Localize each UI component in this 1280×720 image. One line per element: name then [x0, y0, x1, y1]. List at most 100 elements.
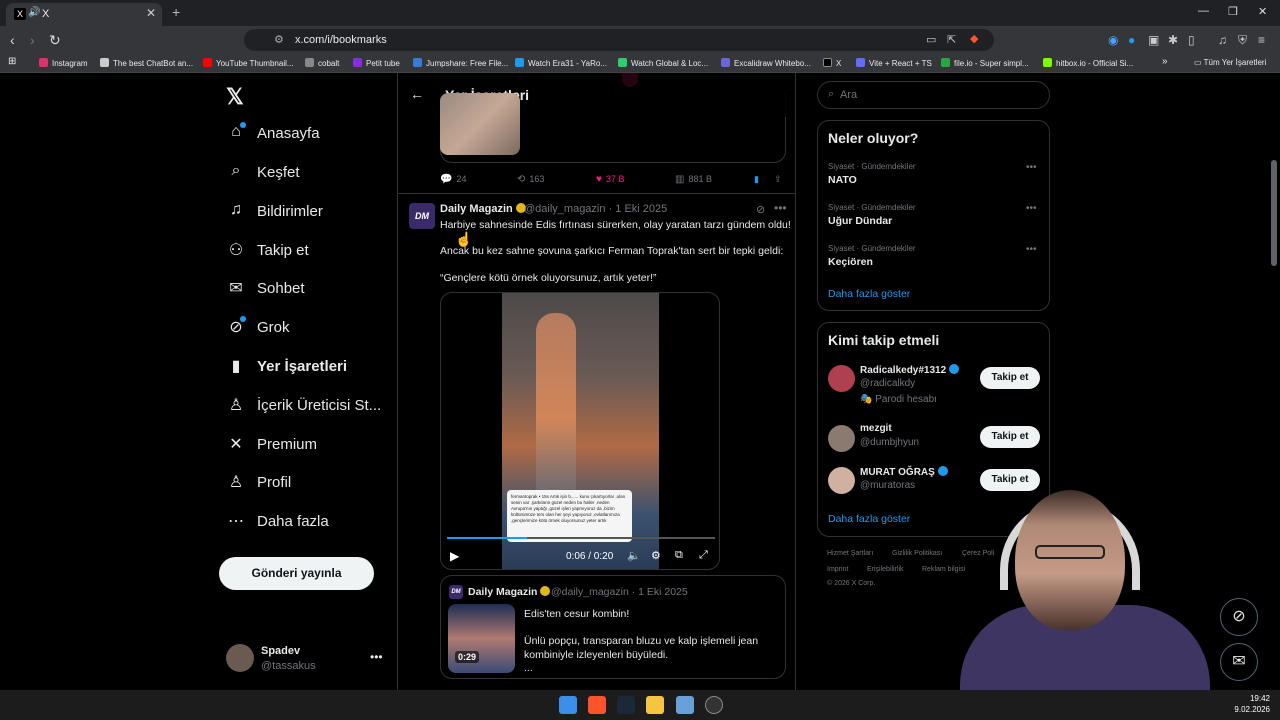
show-more-link[interactable]: Daha fazla göster [828, 288, 910, 300]
footer-link[interactable]: Hizmet Şartları [827, 550, 873, 557]
play-icon[interactable]: ▶ [450, 549, 459, 563]
url-field[interactable]: ⚙ x.com/i/bookmarks ▭ ⇱ ◆ [244, 29, 994, 51]
extension-icon[interactable]: ▣ [1148, 33, 1159, 47]
more-icon[interactable]: ••• [1026, 244, 1037, 255]
trend-category: Siyaset · Gündemdekiler [828, 162, 916, 171]
puzzle-icon[interactable]: ✱ [1168, 33, 1178, 47]
bookmark-button[interactable]: ▮ [754, 174, 759, 185]
trend-item[interactable]: Uğur Dündar [828, 215, 892, 227]
reload-icon[interactable]: ↻ [49, 32, 61, 49]
post-author[interactable]: Daily Magazin [440, 203, 526, 215]
settings-icon[interactable]: ⚙ [651, 549, 661, 562]
start-icon[interactable] [559, 696, 577, 714]
footer-link[interactable]: Erişilebilirlik [867, 566, 904, 573]
brave-icon[interactable] [588, 696, 606, 714]
restore-icon[interactable]: ❐ [1228, 5, 1238, 18]
suggested-user-name[interactable]: MURAT OĞRAŞ [860, 466, 948, 478]
all-bookmarks-folder[interactable]: ▭ Tüm Yer İşaretleri [1194, 58, 1266, 67]
extension-icon[interactable]: ◉ [1108, 33, 1118, 47]
extension-icon[interactable]: ● [1128, 33, 1135, 47]
views-button[interactable]: ▥ 881 B [675, 174, 712, 185]
sidebar-icon[interactable]: ▯ [1188, 33, 1195, 47]
quoted-post[interactable]: DM Daily Magazin @daily_magazin · 1 Eki … [440, 575, 786, 679]
fullscreen-icon[interactable]: ⤢ [699, 549, 708, 562]
video-progress-bar[interactable] [447, 537, 715, 539]
post-button[interactable]: Gönderi yayınla [219, 557, 374, 590]
bookmark-item[interactable]: Petit tube [353, 58, 400, 68]
trend-item[interactable]: Keçiören [828, 256, 873, 268]
video-player[interactable]: fermantoprak • 15s Artık işin b...... ku… [440, 292, 720, 570]
media-thumbnail[interactable] [440, 93, 520, 155]
back-arrow-icon[interactable]: ← [410, 86, 424, 102]
file-explorer-icon[interactable] [646, 696, 664, 714]
share-icon[interactable]: ⇱ [947, 33, 956, 46]
back-icon[interactable]: ‹ [10, 32, 15, 48]
more-icon[interactable]: ••• [1026, 162, 1037, 173]
bookmark-item[interactable]: file.io - Super simpl... [941, 58, 1029, 68]
repost-button[interactable]: ⟲ 163 [517, 174, 544, 185]
x-logo-icon[interactable]: 𝕏 [226, 84, 244, 110]
footer-link[interactable]: Imprint [827, 566, 848, 573]
footer-link[interactable]: Reklam bilgisi [922, 566, 965, 573]
bookmark-item[interactable]: Watch Era31 - YaRo... [515, 58, 607, 68]
brave-shield-icon[interactable]: ◆ [970, 32, 978, 45]
music-icon[interactable]: ♫ [1218, 33, 1227, 47]
avatar[interactable]: DM [409, 203, 435, 229]
obs-icon[interactable] [705, 696, 723, 714]
bookmark-item[interactable]: cobalt [305, 58, 339, 68]
follow-button[interactable]: Takip et [980, 367, 1040, 389]
speaker-icon: 🔊 [28, 7, 41, 18]
volume-icon[interactable]: 🔈 [627, 549, 641, 562]
scrollbar[interactable] [1271, 160, 1277, 266]
apps-icon[interactable]: ⊞ [8, 56, 16, 67]
video-overlay-screenshot: fermantoprak • 15s Artık işin b...... ku… [507, 490, 632, 542]
bookmark-item[interactable]: YouTube Thumbnail... [203, 58, 294, 68]
footer-link[interactable]: Gizlilik Politikası [892, 550, 942, 557]
bookmark-item[interactable]: The best ChatBot an... [100, 58, 193, 68]
close-window-icon[interactable]: ✕ [1258, 5, 1267, 18]
site-info-icon[interactable]: ⚙ [274, 33, 284, 46]
quote-text-line: Ünlü popçu, transparan bluzu ve kalp işl… [524, 635, 759, 647]
reply-button[interactable]: 💬 24 [440, 174, 466, 185]
vpn-icon[interactable]: ⛨ [1238, 33, 1247, 48]
avatar[interactable] [828, 425, 855, 452]
app-icon[interactable] [676, 696, 694, 714]
forward-icon[interactable]: › [30, 32, 35, 48]
messages-fab-icon[interactable]: ✉ [1220, 643, 1258, 681]
grok-icon[interactable]: ⊘ [756, 203, 765, 216]
bookmark-item[interactable]: Watch Global & Loc... [618, 58, 708, 68]
more-icon[interactable]: ••• [774, 201, 787, 215]
close-tab-icon[interactable]: ✕ [146, 6, 156, 20]
minimize-icon[interactable]: — [1198, 5, 1209, 17]
suggested-user-name[interactable]: mezgit [860, 423, 892, 434]
menu-icon[interactable]: ≡ [1258, 33, 1265, 47]
more-bookmarks-icon[interactable]: » [1162, 56, 1168, 67]
bookmark-item[interactable]: Vite + React + TS [856, 58, 932, 68]
suggested-user-name[interactable]: Radicalkedy#1312 [860, 364, 960, 376]
pip-icon[interactable]: ⧉ [675, 549, 683, 562]
steam-icon[interactable] [617, 696, 635, 714]
post-date[interactable]: · 1 Eki 2025 [609, 203, 668, 215]
like-button[interactable]: ♥ 37 B [596, 174, 624, 185]
bookmark-item[interactable]: hitbox.io - Official Si... [1043, 58, 1133, 68]
bookmark-item[interactable]: X [823, 58, 841, 68]
video-duration: 0:29 [455, 651, 480, 663]
bookmark-item[interactable]: Jumpshare: Free File... [413, 58, 508, 68]
trend-item[interactable]: NATO [828, 174, 857, 186]
browser-tab[interactable]: X 🔊 X ✕ [6, 3, 162, 26]
new-tab-icon[interactable]: + [172, 4, 180, 20]
system-clock[interactable]: 19:42 9.02.2026 [1234, 693, 1270, 715]
share-icon[interactable]: ⇪ [774, 174, 782, 185]
follow-button[interactable]: Takip et [980, 426, 1040, 448]
more-icon[interactable]: ••• [1026, 203, 1037, 214]
more-icon[interactable]: ••• [370, 650, 383, 664]
account-switcher[interactable]: Spadev @tassakus ••• [226, 642, 386, 674]
avatar[interactable] [828, 467, 855, 494]
cast-icon[interactable]: ▭ [926, 33, 936, 46]
search-input[interactable]: ⌕ Ara [817, 81, 1050, 109]
grok-fab-icon[interactable]: ⊘ [1220, 598, 1258, 636]
bookmark-item[interactable]: Excalidraw Whitebo... [721, 58, 811, 68]
avatar[interactable] [828, 365, 855, 392]
show-more-link[interactable]: Daha fazla göster [828, 513, 910, 525]
bookmark-item[interactable]: Instagram [39, 58, 88, 68]
